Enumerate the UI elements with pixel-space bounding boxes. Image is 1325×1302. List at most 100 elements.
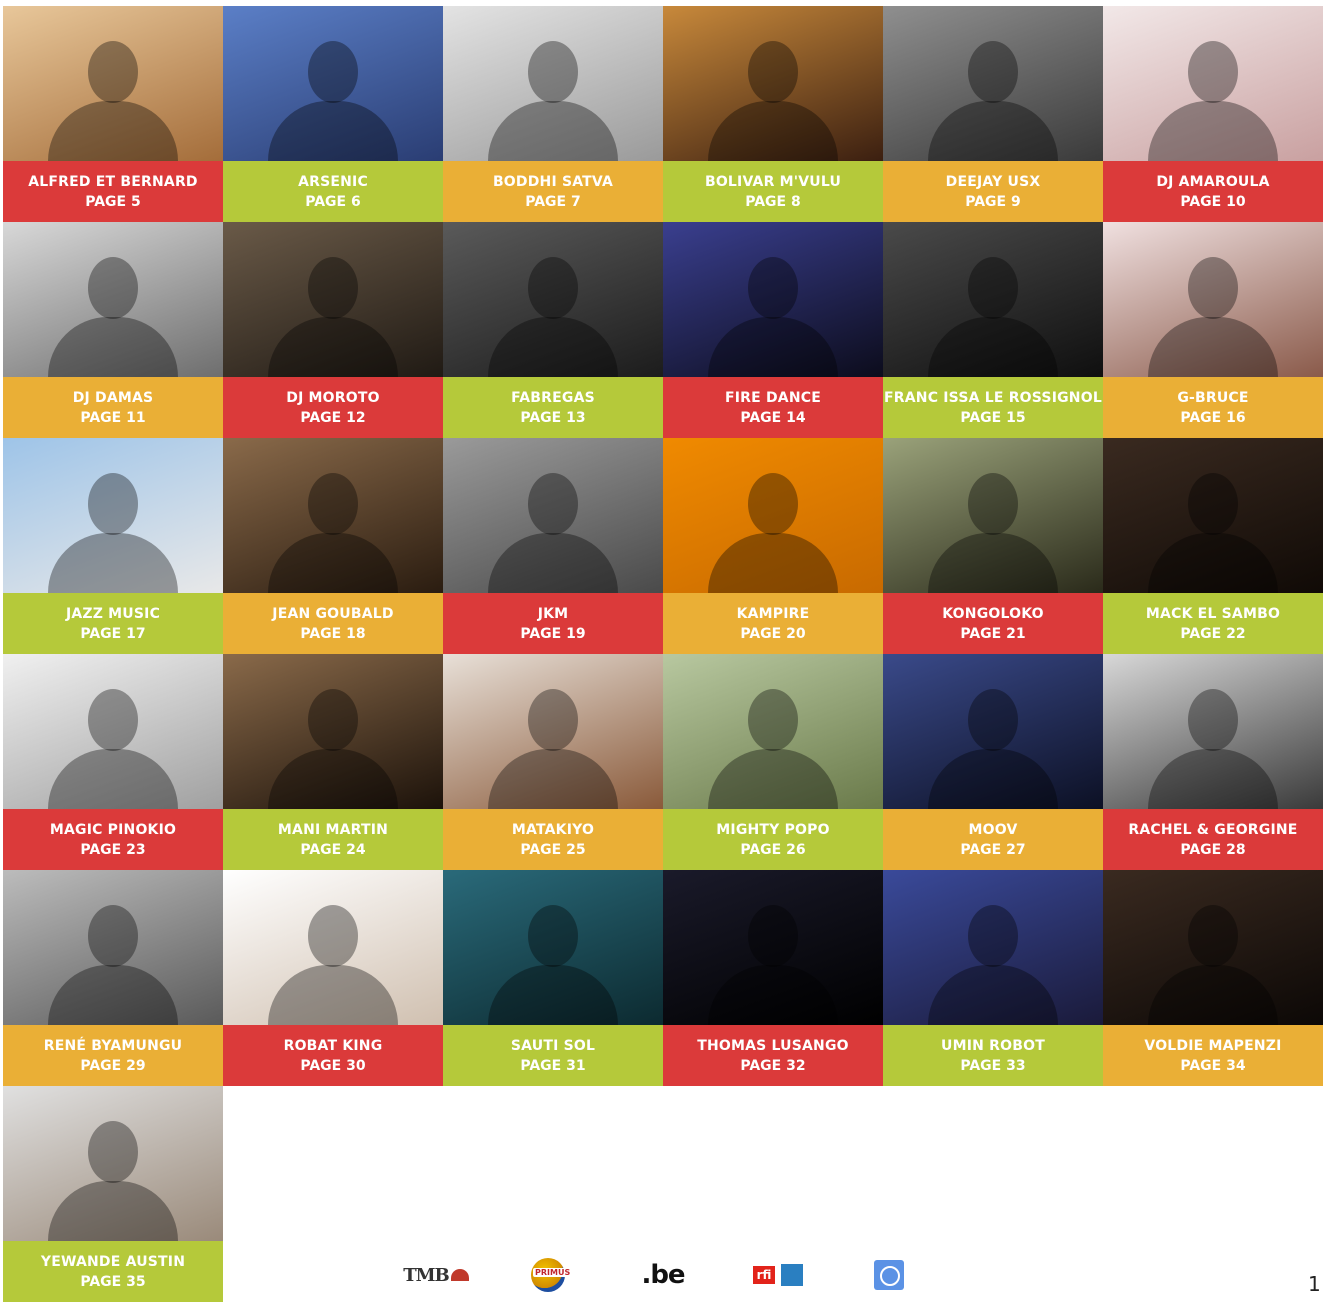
artist-tile[interactable]: BODDHI SATVA PAGE 7 xyxy=(443,6,663,222)
artist-page-ref: PAGE 28 xyxy=(1180,841,1246,858)
artist-tile[interactable]: MIGHTY POPO PAGE 26 xyxy=(663,654,883,870)
artist-photo xyxy=(883,438,1103,593)
artist-name: MAGIC PINOKIO xyxy=(49,821,177,838)
artist-tile[interactable]: DEEJAY USX PAGE 9 xyxy=(883,6,1103,222)
artist-photo xyxy=(3,6,223,161)
person-silhouette-icon xyxy=(488,473,618,593)
artist-tile[interactable]: RACHEL & GEORGINE PAGE 28 xyxy=(1103,654,1323,870)
person-silhouette-icon xyxy=(928,473,1058,593)
artist-caption[interactable]: THOMAS LUSANGO PAGE 32 xyxy=(663,1025,883,1086)
artist-tile[interactable]: ROBAT KING PAGE 30 xyxy=(223,870,443,1086)
artist-caption[interactable]: ALFRED ET BERNARD PAGE 5 xyxy=(3,161,223,222)
artist-caption[interactable]: BOLIVAR M'VULU PAGE 8 xyxy=(663,161,883,222)
artist-tile[interactable]: DJ MOROTO PAGE 12 xyxy=(223,222,443,438)
artist-caption[interactable]: MOOV PAGE 27 xyxy=(883,809,1103,870)
artist-tile[interactable]: THOMAS LUSANGO PAGE 32 xyxy=(663,870,883,1086)
artist-tile[interactable]: FABREGAS PAGE 13 xyxy=(443,222,663,438)
artist-photo xyxy=(663,222,883,377)
tmb-logo[interactable]: TMB xyxy=(398,1261,474,1289)
person-silhouette-icon xyxy=(708,41,838,161)
artist-caption[interactable]: JEAN GOUBALD PAGE 18 xyxy=(223,593,443,654)
artist-tile[interactable]: MOOV PAGE 27 xyxy=(883,654,1103,870)
be-logo[interactable]: .be xyxy=(638,1260,688,1290)
artist-photo xyxy=(3,870,223,1025)
person-silhouette-icon xyxy=(928,257,1058,377)
france24-icon xyxy=(781,1264,804,1286)
artist-tile[interactable]: ALFRED ET BERNARD PAGE 5 xyxy=(3,6,223,222)
artist-tile[interactable]: BOLIVAR M'VULU PAGE 8 xyxy=(663,6,883,222)
artist-tile[interactable]: JAZZ MUSIC PAGE 17 xyxy=(3,438,223,654)
person-silhouette-icon xyxy=(268,41,398,161)
artist-tile[interactable]: RENÉ BYAMUNGU PAGE 29 xyxy=(3,870,223,1086)
artist-tile[interactable]: MAGIC PINOKIO PAGE 23 xyxy=(3,654,223,870)
artist-caption[interactable]: DJ AMAROULA PAGE 10 xyxy=(1103,161,1323,222)
artist-caption[interactable]: SAUTI SOL PAGE 31 xyxy=(443,1025,663,1086)
artist-caption[interactable]: KAMPIRE PAGE 20 xyxy=(663,593,883,654)
artist-name: G-BRUCE xyxy=(1177,389,1249,406)
artist-tile[interactable]: ARSENIC PAGE 6 xyxy=(223,6,443,222)
artist-caption[interactable]: FRANC ISSA LE ROSSIGNOL PAGE 15 xyxy=(883,377,1103,438)
artist-tile[interactable]: G-BRUCE PAGE 16 xyxy=(1103,222,1323,438)
person-silhouette-icon xyxy=(268,689,398,809)
artist-tile[interactable]: FIRE DANCE PAGE 14 xyxy=(663,222,883,438)
artist-caption[interactable]: DEEJAY USX PAGE 9 xyxy=(883,161,1103,222)
artist-caption[interactable]: FABREGAS PAGE 13 xyxy=(443,377,663,438)
artist-tile[interactable]: MACK EL SAMBO PAGE 22 xyxy=(1103,438,1323,654)
artist-caption[interactable]: RACHEL & GEORGINE PAGE 28 xyxy=(1103,809,1323,870)
primus-logo[interactable]: PRIMUS xyxy=(530,1258,573,1292)
artist-caption[interactable]: JAZZ MUSIC PAGE 17 xyxy=(3,593,223,654)
artist-caption[interactable]: MAGIC PINOKIO PAGE 23 xyxy=(3,809,223,870)
artist-caption[interactable]: ARSENIC PAGE 6 xyxy=(223,161,443,222)
un-logo[interactable] xyxy=(873,1260,905,1290)
artist-caption[interactable]: KONGOLOKO PAGE 21 xyxy=(883,593,1103,654)
artist-photo xyxy=(1103,222,1323,377)
artist-tile[interactable]: VOLDIE MAPENZI PAGE 34 xyxy=(1103,870,1323,1086)
artist-name: UMIN ROBOT xyxy=(941,1037,1045,1054)
artist-caption[interactable]: DJ MOROTO PAGE 12 xyxy=(223,377,443,438)
rfi-france24-logo[interactable]: rfi xyxy=(748,1261,808,1289)
artist-tile[interactable]: MATAKIYO PAGE 25 xyxy=(443,654,663,870)
artist-name: DJ AMAROULA xyxy=(1156,173,1270,190)
artist-caption[interactable]: FIRE DANCE PAGE 14 xyxy=(663,377,883,438)
artist-name: BOLIVAR M'VULU xyxy=(704,173,842,190)
artist-tile[interactable]: SAUTI SOL PAGE 31 xyxy=(443,870,663,1086)
artist-name: BODDHI SATVA xyxy=(492,173,614,190)
artist-tile[interactable]: DJ AMAROULA PAGE 10 xyxy=(1103,6,1323,222)
person-silhouette-icon xyxy=(1148,689,1278,809)
artist-page-ref: PAGE 15 xyxy=(960,409,1026,426)
artist-tile[interactable]: JEAN GOUBALD PAGE 18 xyxy=(223,438,443,654)
artist-caption[interactable]: ROBAT KING PAGE 30 xyxy=(223,1025,443,1086)
artist-caption[interactable]: JKM PAGE 19 xyxy=(443,593,663,654)
person-silhouette-icon xyxy=(48,1121,178,1241)
artist-tile[interactable]: MANI MARTIN PAGE 24 xyxy=(223,654,443,870)
artist-tile[interactable]: DJ DAMAS PAGE 11 xyxy=(3,222,223,438)
artist-caption[interactable]: MANI MARTIN PAGE 24 xyxy=(223,809,443,870)
person-silhouette-icon xyxy=(1148,473,1278,593)
artist-name: ROBAT KING xyxy=(283,1037,383,1054)
artist-tile[interactable]: KONGOLOKO PAGE 21 xyxy=(883,438,1103,654)
artist-tile[interactable]: JKM PAGE 19 xyxy=(443,438,663,654)
person-silhouette-icon xyxy=(928,41,1058,161)
artist-page-ref: PAGE 27 xyxy=(960,841,1026,858)
artist-page-ref: PAGE 31 xyxy=(520,1057,586,1074)
artist-caption[interactable]: G-BRUCE PAGE 16 xyxy=(1103,377,1323,438)
artist-caption[interactable]: VOLDIE MAPENZI PAGE 34 xyxy=(1103,1025,1323,1086)
person-silhouette-icon xyxy=(48,905,178,1025)
artist-photo xyxy=(223,438,443,593)
artist-caption[interactable]: MATAKIYO PAGE 25 xyxy=(443,809,663,870)
person-silhouette-icon xyxy=(48,689,178,809)
artist-caption[interactable]: DJ DAMAS PAGE 11 xyxy=(3,377,223,438)
artist-caption[interactable]: MACK EL SAMBO PAGE 22 xyxy=(1103,593,1323,654)
artist-caption[interactable]: MIGHTY POPO PAGE 26 xyxy=(663,809,883,870)
artist-tile[interactable]: FRANC ISSA LE ROSSIGNOL PAGE 15 xyxy=(883,222,1103,438)
artist-caption[interactable]: BODDHI SATVA PAGE 7 xyxy=(443,161,663,222)
artist-photo xyxy=(3,1086,223,1241)
artist-tile[interactable]: KAMPIRE PAGE 20 xyxy=(663,438,883,654)
artist-photo xyxy=(223,222,443,377)
artist-tile[interactable]: UMIN ROBOT PAGE 33 xyxy=(883,870,1103,1086)
artist-caption[interactable]: UMIN ROBOT PAGE 33 xyxy=(883,1025,1103,1086)
person-silhouette-icon xyxy=(268,905,398,1025)
artist-caption[interactable]: RENÉ BYAMUNGU PAGE 29 xyxy=(3,1025,223,1086)
artist-page-ref: PAGE 25 xyxy=(520,841,586,858)
tmb-umbrella-icon xyxy=(450,1269,469,1281)
